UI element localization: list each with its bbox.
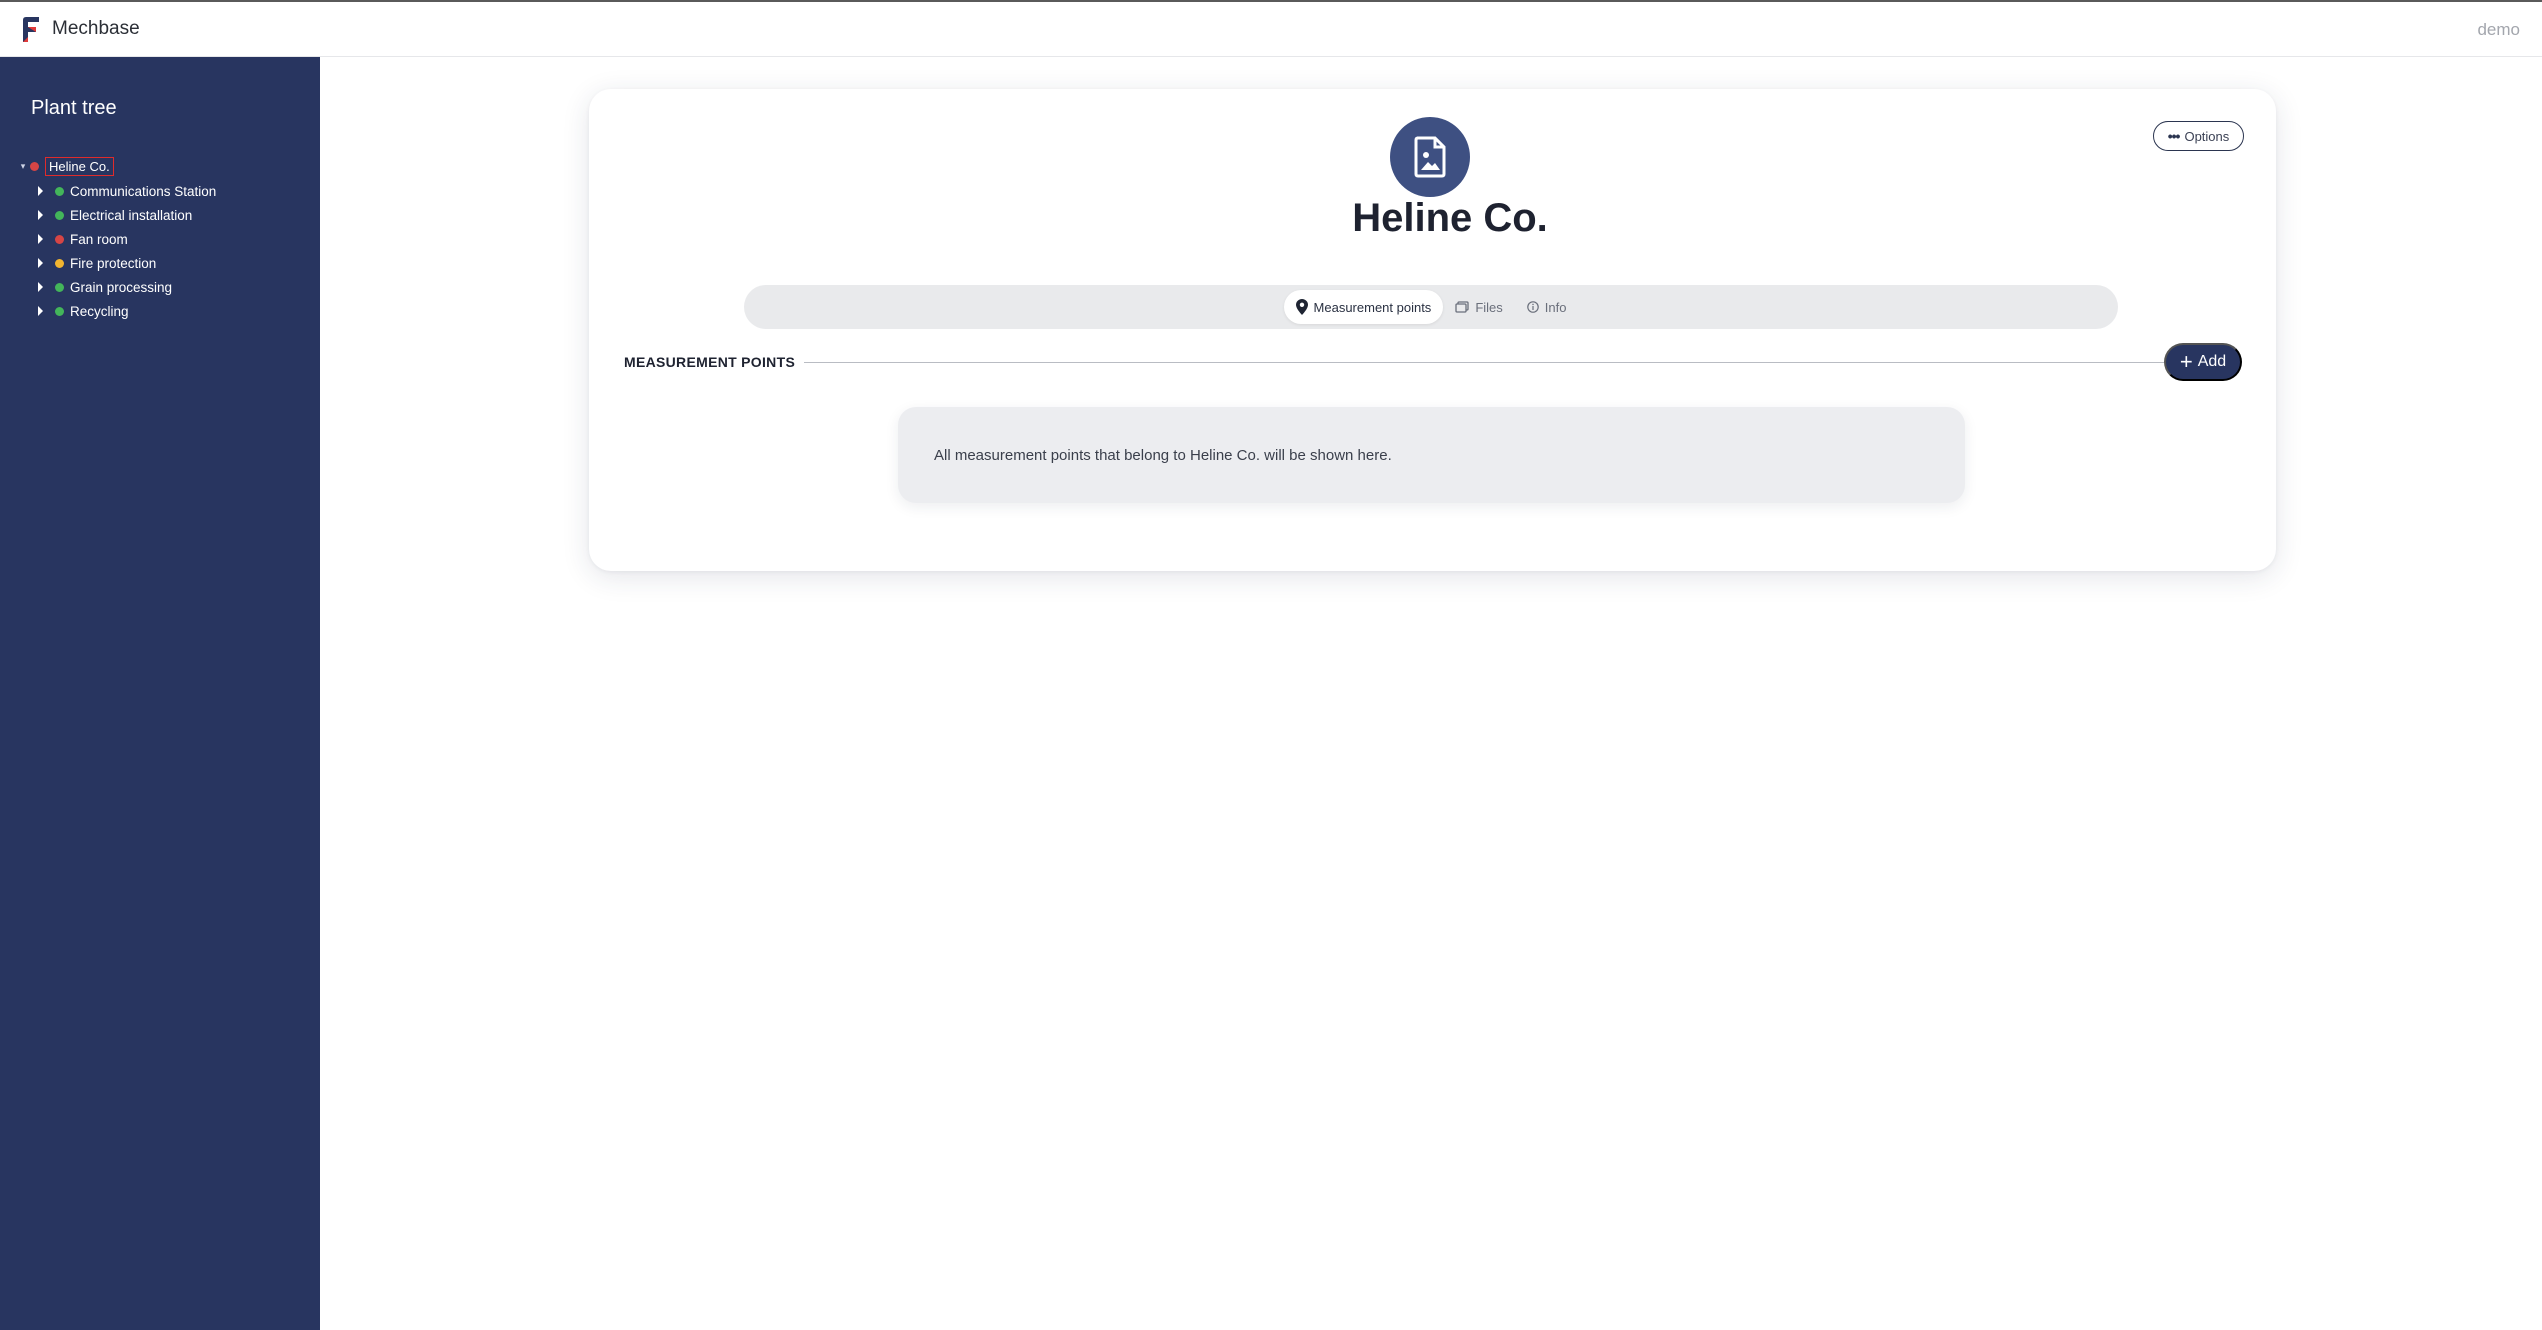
plant-detail-card: ••• Options Heline Co. Measurement point… bbox=[589, 89, 2276, 571]
tree-item-fire-protection[interactable]: Fire protection bbox=[38, 251, 216, 275]
status-dot-icon bbox=[55, 282, 64, 292]
tree-item-grain-processing[interactable]: Grain processing bbox=[38, 275, 216, 299]
files-icon bbox=[1455, 301, 1469, 313]
page-title: Heline Co. bbox=[1352, 196, 1548, 240]
expand-caret-icon[interactable] bbox=[38, 282, 43, 292]
avatar bbox=[1390, 117, 1470, 197]
tab-label: Info bbox=[1544, 299, 1567, 315]
tree-children: Communications Station Electrical instal… bbox=[38, 179, 216, 323]
add-measurement-point-button[interactable]: + Add bbox=[2164, 343, 2242, 381]
expand-caret-icon[interactable] bbox=[38, 186, 43, 196]
expand-caret-icon[interactable] bbox=[38, 258, 43, 268]
status-dot-icon bbox=[55, 258, 64, 268]
plus-icon: + bbox=[2179, 349, 2193, 374]
collapse-icon[interactable]: ▾ bbox=[16, 161, 30, 172]
tree-item-label[interactable]: Recycling bbox=[70, 304, 129, 319]
tab-label: Measurement points bbox=[1313, 299, 1432, 315]
options-button[interactable]: ••• Options bbox=[2153, 121, 2244, 151]
empty-state-text: All measurement points that belong to He… bbox=[934, 446, 1392, 464]
tree-item-label[interactable]: Grain processing bbox=[70, 280, 172, 295]
tree-item-label[interactable]: Fan room bbox=[70, 232, 128, 247]
expand-caret-icon[interactable] bbox=[38, 234, 43, 244]
tree-item-label[interactable]: Electrical installation bbox=[70, 208, 192, 223]
status-dot-icon bbox=[55, 210, 64, 220]
section-title: MEASUREMENT POINTS bbox=[624, 354, 796, 370]
brand[interactable]: Mechbase bbox=[20, 15, 140, 43]
tab-label: Files bbox=[1475, 299, 1503, 315]
image-file-icon bbox=[1414, 136, 1446, 178]
expand-caret-icon[interactable] bbox=[38, 210, 43, 220]
tree-item-label[interactable]: Communications Station bbox=[70, 184, 216, 199]
options-label: Options bbox=[2184, 128, 2230, 144]
app-name: Mechbase bbox=[52, 18, 140, 39]
tree-item-electrical-installation[interactable]: Electrical installation bbox=[38, 203, 216, 227]
tab-files[interactable]: Files bbox=[1443, 290, 1514, 324]
status-dot-icon bbox=[30, 161, 39, 171]
tree-item-label[interactable]: Fire protection bbox=[70, 256, 156, 271]
top-bar: Mechbase demo bbox=[0, 0, 2542, 57]
empty-state-message: All measurement points that belong to He… bbox=[898, 407, 1965, 503]
tree-root-label[interactable]: Heline Co. bbox=[45, 156, 114, 176]
status-dot-icon bbox=[55, 186, 64, 196]
tab-measurement-points[interactable]: Measurement points bbox=[1283, 290, 1444, 324]
tab-info[interactable]: Info bbox=[1515, 290, 1579, 324]
tree-item-fan-room[interactable]: Fan room bbox=[38, 227, 216, 251]
map-pin-icon bbox=[1295, 299, 1308, 315]
tab-bar: Measurement points Files Info bbox=[744, 285, 2118, 329]
add-label: Add bbox=[2197, 353, 2227, 370]
sidebar: Plant tree ▾ Heline Co. Communications S… bbox=[0, 57, 320, 1330]
tree-item-recycling[interactable]: Recycling bbox=[38, 299, 216, 323]
tree-item-communications-station[interactable]: Communications Station bbox=[38, 179, 216, 203]
sidebar-title: Plant tree bbox=[31, 97, 117, 119]
info-icon bbox=[1526, 301, 1539, 313]
status-dot-icon bbox=[55, 234, 64, 244]
user-menu[interactable]: demo bbox=[2477, 20, 2520, 40]
tree-root-item[interactable]: ▾ Heline Co. bbox=[16, 155, 114, 177]
more-dots-icon: ••• bbox=[2167, 128, 2181, 144]
section-header: MEASUREMENT POINTS + Add bbox=[624, 343, 2242, 381]
section-divider bbox=[804, 361, 2164, 363]
mechbase-logo-icon bbox=[23, 17, 39, 42]
status-dot-icon bbox=[55, 306, 64, 316]
expand-caret-icon[interactable] bbox=[38, 306, 43, 316]
